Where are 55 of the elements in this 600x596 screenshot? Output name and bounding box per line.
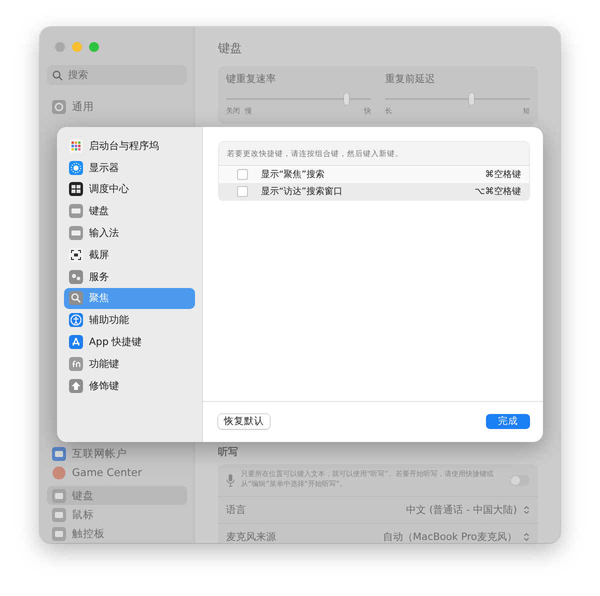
setting-label: 语言 (226, 504, 246, 517)
slider-thumb[interactable] (468, 93, 474, 105)
microphone-icon (226, 472, 235, 488)
category-item[interactable]: App 快捷键 (64, 331, 195, 353)
device-icon (52, 446, 66, 460)
toggle-switch[interactable] (510, 474, 530, 486)
appstore-icon (69, 335, 83, 350)
search-icon (52, 70, 63, 80)
setting-label: 麦克风来源 (226, 530, 276, 543)
category-item[interactable]: 服务 (64, 266, 195, 288)
gear-icon (52, 100, 66, 114)
chevron-icon (523, 532, 530, 542)
slider-thumb[interactable] (344, 93, 350, 105)
category-item[interactable]: 显示器 (64, 156, 195, 179)
device-icon (52, 488, 66, 502)
shortcut-label: 显示“访达”搜索窗口 (261, 186, 344, 198)
fn-icon (69, 356, 83, 371)
kbd-icon (69, 226, 83, 240)
access-icon (69, 313, 83, 328)
device-icon (52, 526, 66, 540)
shortcut-row[interactable]: 显示“访达”搜索窗口 ⌥⌘空格键 (219, 183, 529, 200)
ball-icon (52, 466, 66, 480)
grid-icon (69, 138, 83, 153)
shift-icon (69, 378, 83, 393)
category-item[interactable]: 调度中心 (64, 178, 195, 200)
done-button[interactable]: 完成 (486, 414, 530, 429)
minimize-dot[interactable] (72, 42, 82, 52)
slider-label: 重复前延迟 (385, 72, 436, 86)
restore-defaults-button[interactable]: 恢复默认 (218, 414, 270, 429)
section-heading: 听写 (218, 446, 239, 460)
shortcut-row[interactable]: 显示“聚焦”搜索 ⌘空格键 (219, 166, 529, 183)
search-bar[interactable]: 搜索 (47, 65, 187, 85)
shortcut-keys: ⌘空格键 (485, 168, 521, 181)
zoom-dot[interactable] (89, 42, 99, 52)
kbd-icon (69, 204, 83, 218)
category-item[interactable]: 截屏 (64, 244, 195, 266)
device-icon (52, 508, 66, 522)
category-item[interactable]: 启动台与程序坞 (64, 135, 195, 157)
close-dot[interactable] (55, 42, 65, 52)
checkbox[interactable] (237, 169, 248, 180)
category-item[interactable]: 修饰键 (64, 374, 195, 397)
gears-icon (69, 270, 83, 284)
category-item[interactable]: 辅助功能 (64, 309, 195, 332)
category-item[interactable]: 输入法 (64, 222, 195, 244)
window-title: 键盘 (218, 40, 243, 57)
category-item[interactable]: 键盘 (64, 200, 195, 222)
chevron-icon (523, 505, 530, 515)
checkbox[interactable] (237, 186, 248, 197)
category-item[interactable]: 功能键 (64, 352, 195, 375)
sun-icon (69, 160, 83, 175)
search-field[interactable]: 搜索 (68, 70, 168, 80)
shortcut-keys: ⌥⌘空格键 (474, 185, 521, 198)
search-icon (69, 291, 83, 306)
shortcut-label: 显示“聚焦”搜索 (261, 168, 326, 181)
slider-label: 键重复速率 (226, 72, 277, 86)
